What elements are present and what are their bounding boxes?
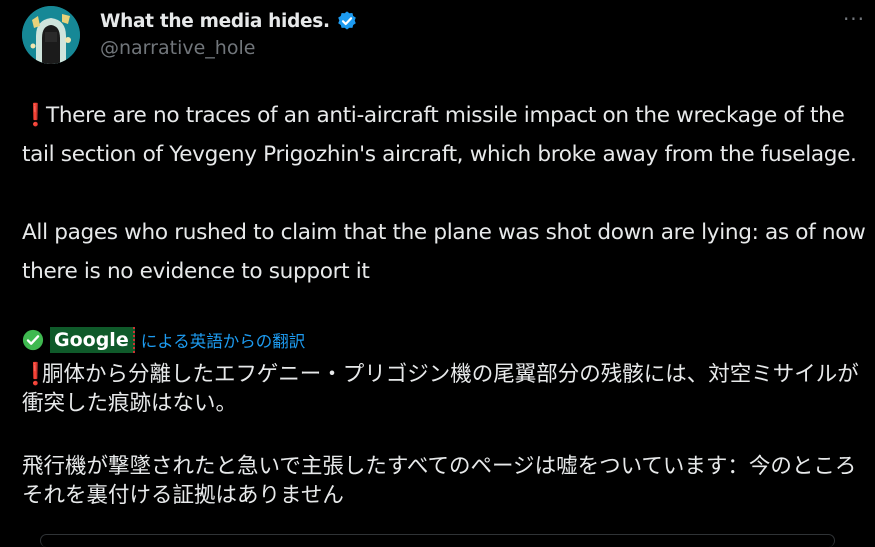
- translated-paragraph-1-text: 胴体から分離したエフゲニー・プリゴジン機の尾翼部分の残骸には、対空ミサイルが衝突…: [22, 362, 859, 416]
- translated-paragraph-2: 飛行機が撃墜されたと急いで主張したすべてのページは嘘をついています：今のところそ…: [22, 454, 857, 508]
- exclamation-icon: ❗: [22, 103, 49, 128]
- tweet-paragraph-1: ❗There are no traces of an anti-aircraft…: [22, 96, 872, 174]
- hooded-figure-icon: [22, 6, 80, 64]
- tweet-paragraph-1-text: There are no traces of an anti-aircraft …: [22, 103, 857, 167]
- media-card-edge[interactable]: [40, 534, 835, 547]
- author-name-row: What the media hides.: [100, 6, 358, 36]
- author-display-name[interactable]: What the media hides.: [100, 11, 330, 32]
- author-handle[interactable]: @narrative_hole: [100, 37, 255, 59]
- check-circle-icon: [22, 329, 44, 351]
- verified-badge-icon[interactable]: [336, 10, 358, 32]
- translated-text: ❗胴体から分離したエフゲニー・プリゴジン機の尾翼部分の残骸には、対空ミサイルが衝…: [22, 360, 872, 510]
- tweet-text: ❗There are no traces of an anti-aircraft…: [22, 96, 872, 291]
- translation-attribution: Google による英語からの翻訳: [22, 326, 305, 354]
- more-options-button[interactable]: ···: [839, 6, 869, 32]
- exclamation-icon: ❗: [22, 362, 49, 387]
- author-avatar[interactable]: [22, 6, 80, 64]
- translation-label-link[interactable]: による英語からの翻訳: [141, 328, 306, 352]
- google-logo: Google: [50, 327, 135, 353]
- tweet-paragraph-2: All pages who rushed to claim that the p…: [22, 220, 866, 284]
- translated-paragraph-1: ❗胴体から分離したエフゲニー・プリゴジン機の尾翼部分の残骸には、対空ミサイルが衝…: [22, 360, 872, 418]
